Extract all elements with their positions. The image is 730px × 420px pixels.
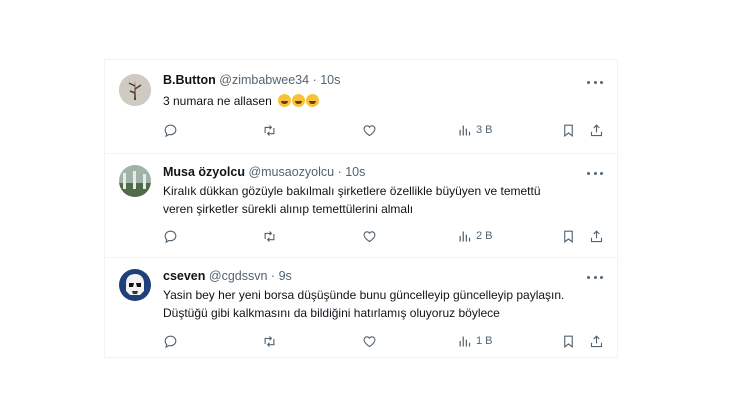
reply-icon [164,335,177,348]
view-count: 1 B [476,335,493,347]
tweet-text-line: 3 numara ne allasen [163,94,272,108]
author-handle[interactable]: @musaozyolcu [248,165,334,179]
timestamp[interactable]: 10s [320,73,340,87]
view-count: 2 B [476,230,493,242]
reply-icon [164,230,177,243]
separator-dot: · [270,269,276,283]
bookmark-button[interactable] [561,333,576,349]
tweet-text-line: Yasin bey her yeni borsa düşüşünde bunu … [163,288,565,302]
more-options-icon[interactable] [587,169,603,177]
bookmark-button[interactable] [561,228,576,244]
heart-icon [363,230,376,242]
tweet-text-line: Düştüğü gibi kalkmasını da bildiğini hat… [163,306,500,320]
tweet-text: Kiralık dükkan gözüyle bakılmalı şirketl… [163,182,541,218]
author-handle[interactable]: @cgdssvn [209,269,268,283]
author-name[interactable]: B.Button [163,73,216,87]
share-button[interactable] [589,228,604,244]
stormtrooper-avatar[interactable] [119,269,151,301]
tweet-text-line: Kiralık dükkan gözüyle bakılmalı şirketl… [163,184,541,198]
analytics-icon [459,231,471,241]
retweet-button[interactable] [262,228,277,244]
tweet[interactable]: B.Button @zimbabwee34 · 10s 3 numara ne … [105,60,617,153]
share-icon [590,229,603,242]
retweet-icon [264,124,275,136]
tweet-actions: 1 B [163,333,613,349]
separator-dot: · [337,165,342,179]
tweet-text: 3 numara ne allasen [163,92,320,110]
like-button[interactable] [362,122,377,138]
reply-button[interactable] [163,122,178,138]
bookmark-button[interactable] [561,122,576,138]
tweet[interactable]: cseven @cgdssvn · 9s Yasin bey her yeni … [105,257,617,357]
bookmark-icon [564,124,573,137]
tweet-actions: 3 B [163,122,613,138]
landscape-avatar[interactable] [119,165,151,197]
heart-icon [363,124,376,136]
retweet-button[interactable] [262,333,277,349]
retweet-icon [264,335,275,347]
views-button[interactable]: 3 B [457,122,493,138]
author-handle[interactable]: @zimbabwee34 [219,73,309,87]
tweet[interactable]: Musa özyolcu @musaozyolcu · 10s Kiralık … [105,153,617,257]
tweet-feed: B.Button @zimbabwee34 · 10s 3 numara ne … [104,59,618,358]
more-options-icon[interactable] [587,78,603,86]
timestamp[interactable]: 9s [279,269,292,283]
author-name[interactable]: cseven [163,269,205,283]
tweet-actions: 2 B [163,228,613,244]
share-icon [590,123,603,136]
reply-button[interactable] [163,333,178,349]
tweet-text: Yasin bey her yeni borsa düşüşünde bunu … [163,286,564,322]
timestamp[interactable]: 10s [345,165,365,179]
views-button[interactable]: 2 B [457,228,493,244]
retweet-icon [264,230,275,242]
share-icon [590,334,603,347]
like-button[interactable] [362,333,377,349]
separator-dot: · [312,73,317,87]
author-name[interactable]: Musa özyolcu [163,165,245,179]
views-button[interactable]: 1 B [457,333,493,349]
reply-button[interactable] [163,228,178,244]
bookmark-icon [564,230,573,243]
reply-icon [164,124,177,137]
analytics-icon [459,125,471,135]
more-options-icon[interactable] [587,273,603,281]
laughing-emoji-icon [278,94,320,108]
tree-avatar[interactable] [119,74,151,106]
heart-icon [363,335,376,347]
share-button[interactable] [589,333,604,349]
tweet-text-line: veren şirketler sürekli alınıp temettüle… [163,202,414,216]
share-button[interactable] [589,122,604,138]
analytics-icon [459,336,471,346]
bookmark-icon [564,335,573,348]
like-button[interactable] [362,228,377,244]
view-count: 3 B [476,124,493,136]
retweet-button[interactable] [262,122,277,138]
